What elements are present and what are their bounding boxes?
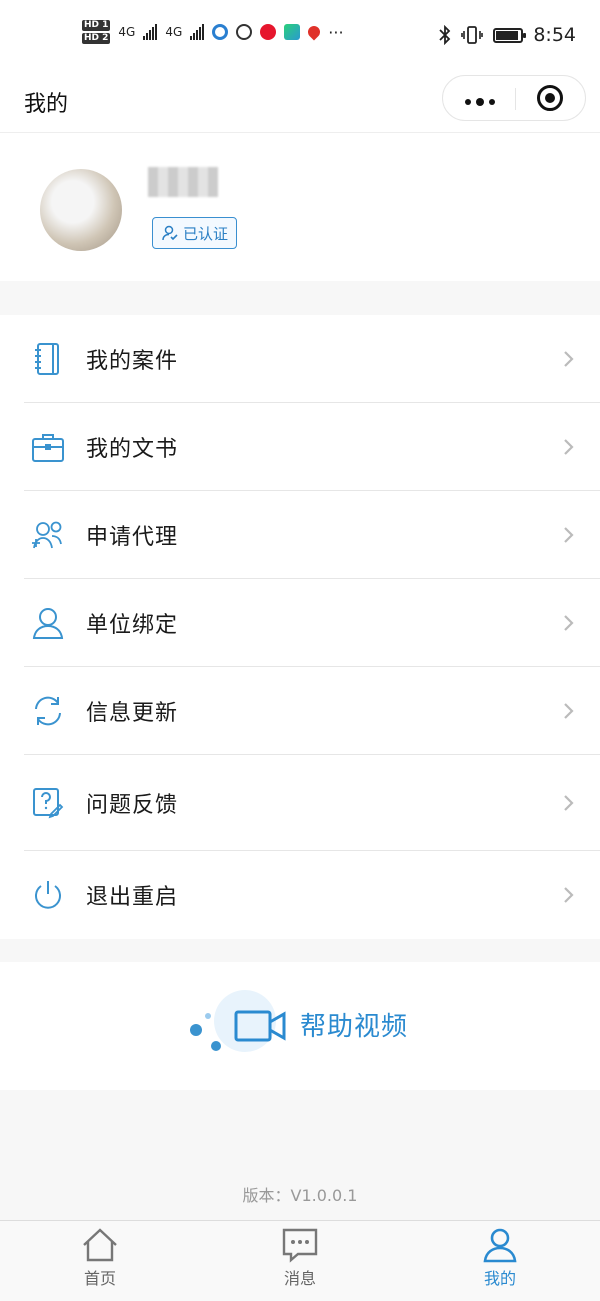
more-notifications-icon: ··· xyxy=(328,22,344,42)
nav-bar: 我的 xyxy=(0,72,600,133)
menu-list: 我的案件 我的文书 申请代理 单位绑定 信息更新 问题反馈 退出重启 xyxy=(0,315,600,939)
hd-indicators: HD 1 HD 2 xyxy=(82,20,111,44)
more-menu-button[interactable] xyxy=(465,98,495,106)
signal-2-icon xyxy=(190,24,205,40)
menu-item-apply-agent[interactable]: 申请代理 xyxy=(0,491,600,579)
vibrate-icon xyxy=(461,26,484,44)
chevron-right-icon xyxy=(558,885,578,905)
menu-item-my-cases[interactable]: 我的案件 xyxy=(0,315,600,403)
refresh-icon xyxy=(30,693,66,729)
mini-program-capsule xyxy=(442,75,586,121)
profile-card: 已认证 xyxy=(0,133,600,281)
menu-item-logout-restart[interactable]: 退出重启 xyxy=(0,851,600,939)
home-icon xyxy=(83,1228,117,1262)
verified-user-icon xyxy=(162,225,178,241)
tab-bar: 首页 消息 我的 xyxy=(0,1220,600,1301)
chevron-right-icon xyxy=(558,349,578,369)
user-icon xyxy=(30,605,66,641)
menu-item-label: 单位绑定 xyxy=(86,613,179,638)
menu-item-unit-binding[interactable]: 单位绑定 xyxy=(0,579,600,667)
chevron-right-icon xyxy=(558,613,578,633)
menu-item-feedback[interactable]: 问题反馈 xyxy=(0,755,600,851)
message-icon xyxy=(282,1228,318,1263)
version-text: 版本：V1.0.0.1 xyxy=(242,1186,358,1205)
feedback-icon xyxy=(30,785,66,821)
menu-item-label: 退出重启 xyxy=(86,885,179,910)
video-app-icon xyxy=(284,24,301,40)
capsule-divider xyxy=(515,88,516,110)
add-users-icon xyxy=(30,517,66,553)
notebook-icon xyxy=(30,341,66,377)
menu-item-label: 申请代理 xyxy=(86,525,179,550)
bluetooth-icon xyxy=(439,25,451,45)
power-icon xyxy=(30,877,66,913)
location-app-icon xyxy=(305,23,323,41)
video-camera-icon xyxy=(190,1010,286,1051)
status-left: HD 1 HD 2 4G 4G ··· xyxy=(82,20,344,44)
hd-1-indicator: HD 1 xyxy=(82,20,111,31)
username-blurred xyxy=(148,167,218,197)
chevron-right-icon xyxy=(558,793,578,813)
verified-badge: 已认证 xyxy=(152,217,238,249)
tab-label: 首页 xyxy=(83,1269,116,1288)
netease-app-icon xyxy=(236,24,253,40)
network-1-label: 4G xyxy=(118,25,136,39)
help-video-label: 帮助视频 xyxy=(300,1012,409,1042)
chevron-right-icon xyxy=(558,525,578,545)
menu-item-label: 我的案件 xyxy=(86,349,179,374)
tab-messages[interactable]: 消息 xyxy=(240,1227,360,1297)
menu-item-my-documents[interactable]: 我的文书 xyxy=(0,403,600,491)
menu-item-label: 我的文书 xyxy=(86,437,179,462)
clock: 8:54 xyxy=(533,24,576,46)
chevron-right-icon xyxy=(558,437,578,457)
help-video-button[interactable]: 帮助视频 xyxy=(0,962,600,1090)
status-bar: HD 1 HD 2 4G 4G ··· 8:54 xyxy=(0,0,600,72)
briefcase-icon xyxy=(30,429,66,465)
menu-item-label: 信息更新 xyxy=(86,701,179,726)
dot xyxy=(489,99,495,105)
profile-icon xyxy=(483,1228,517,1263)
page-title: 我的 xyxy=(24,92,69,117)
tab-mine[interactable]: 我的 xyxy=(440,1227,560,1297)
tab-label: 我的 xyxy=(483,1269,516,1288)
signal-1-icon xyxy=(143,24,158,40)
dot xyxy=(465,99,471,105)
chevron-right-icon xyxy=(558,701,578,721)
avatar[interactable] xyxy=(40,169,122,251)
browser-app-icon xyxy=(212,24,229,40)
hd-2-indicator: HD 2 xyxy=(82,33,111,44)
dot xyxy=(476,98,484,106)
battery-icon xyxy=(493,27,527,43)
tab-home[interactable]: 首页 xyxy=(40,1227,160,1297)
tab-label: 消息 xyxy=(283,1269,316,1288)
network-2-label: 4G xyxy=(165,25,183,39)
status-right: 8:54 xyxy=(439,24,576,46)
verified-badge-label: 已认证 xyxy=(183,224,229,243)
close-mini-program-button[interactable] xyxy=(537,85,563,111)
menu-item-info-update[interactable]: 信息更新 xyxy=(0,667,600,755)
menu-item-label: 问题反馈 xyxy=(86,793,179,818)
weibo-app-icon xyxy=(260,24,277,40)
